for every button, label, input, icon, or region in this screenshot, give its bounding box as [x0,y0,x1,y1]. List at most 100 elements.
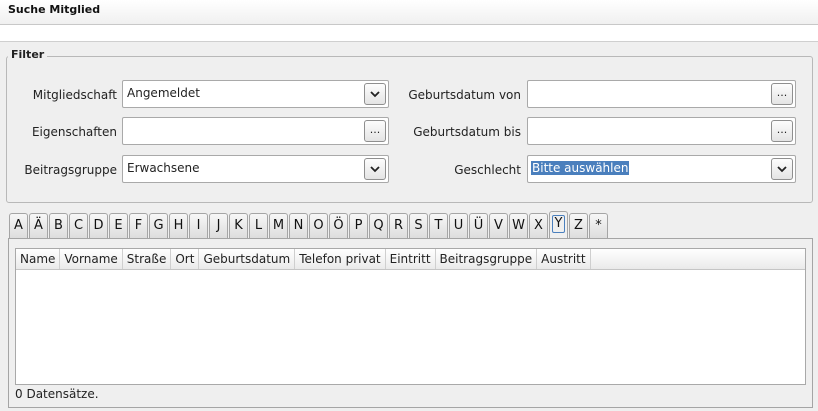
tab-letter[interactable]: U [449,213,468,238]
mitgliedschaft-select[interactable]: Angemeldet [122,80,389,108]
geburtsdatum-bis-picker-button[interactable]: ... [771,120,793,142]
tab-letter[interactable]: P [349,213,368,238]
tab-letter[interactable]: * [589,213,608,238]
tab-letter[interactable]: Ü [469,213,488,238]
tab-letter-label: C [73,218,84,233]
tab-letter[interactable]: H [169,213,188,238]
geburtsdatum-von-picker-button[interactable]: ... [771,83,793,105]
tab-letter[interactable]: A [9,213,28,238]
tab-letter-label: F [134,218,143,233]
tab-letter-label: U [453,218,464,233]
tab-letter[interactable]: G [149,213,168,238]
mitgliedschaft-value: Angemeldet [127,86,200,100]
tab-letter-label: Ü [473,218,484,233]
tab-letter-label: A [14,218,23,233]
geschlecht-label: Geschlecht [454,163,521,177]
beitragsgruppe-dropdown-button[interactable] [364,158,386,180]
column-header[interactable]: Geburtsdatum [199,249,296,269]
eigenschaften-field[interactable]: ... [122,117,389,145]
mitgliedschaft-label: Mitgliedschaft [32,88,117,102]
tab-letter[interactable]: J [209,213,228,238]
geschlecht-value: Bitte auswählen [531,161,630,175]
table-header: Name Vorname Straße Ort Geburtsdatum Telefon … [16,249,805,270]
tab-letter[interactable]: X [529,213,548,238]
chevron-down-icon [370,165,380,172]
tab-letter-label: L [254,218,263,233]
tab-letter-label: Ö [333,218,344,233]
column-header[interactable]: Name [16,249,61,269]
tab-letter[interactable]: B [49,213,68,238]
tab-letter[interactable]: Z [569,213,588,238]
tab-letter-label: G [153,218,164,233]
tab-letter-label: S [414,218,423,233]
record-count: 0 Datensätze. [15,387,99,401]
letter-tab-bar: A Ä B C D E F G H I J K L M N O Ö P Q R S T U Ü V W X Y Z * [9,211,609,238]
header-band [0,25,818,42]
tab-letter-label: V [494,218,503,233]
column-header[interactable]: Beitragsgruppe [436,249,538,269]
tab-letter[interactable]: S [409,213,428,238]
beitragsgruppe-label: Beitragsgruppe [24,163,117,177]
tab-letter[interactable]: R [389,213,408,238]
geburtsdatum-bis-field[interactable]: ... [527,117,796,145]
tab-letter-label: D [93,218,104,233]
tab-letter-label: Y [551,215,566,233]
tab-letter[interactable]: O [309,213,328,238]
mitgliedschaft-dropdown-button[interactable] [364,83,386,105]
tab-letter[interactable]: N [289,213,308,238]
tab-letter-label: Q [373,218,384,233]
tab-letter-label: B [54,218,63,233]
tab-letter[interactable]: C [69,213,88,238]
tab-letter[interactable]: D [89,213,108,238]
tab-letter[interactable]: K [229,213,248,238]
geburtsdatum-bis-label: Geburtsdatum bis [413,125,521,139]
column-header[interactable]: Vorname [60,249,123,269]
eigenschaften-browse-button[interactable]: ... [364,120,386,142]
column-header[interactable]: Telefon privat [295,249,386,269]
tab-letter-label: O [313,218,324,233]
chevron-down-icon [370,90,380,97]
geburtsdatum-von-field[interactable]: ... [527,80,796,108]
tab-letter[interactable]: I [189,213,208,238]
column-header[interactable]: Straße [123,249,172,269]
tab-letter[interactable]: Ö [329,213,348,238]
tab-letter-label: Ä [34,218,43,233]
tab-letter-label: M [272,218,285,233]
tab-letter[interactable]: T [429,213,448,238]
window-title: Suche Mitglied [8,3,101,16]
beitragsgruppe-select[interactable]: Erwachsene [122,155,389,183]
tab-letter[interactable]: Ä [29,213,48,238]
tab-letter-label: T [434,218,443,233]
tab-letter-label: Z [574,218,583,233]
geschlecht-select[interactable]: Bitte auswählen [527,155,796,183]
chevron-down-icon [777,165,787,172]
tab-letter[interactable]: W [509,213,528,238]
tab-letter-label: I [196,218,201,233]
tab-letter-label: K [234,218,243,233]
eigenschaften-label: Eigenschaften [31,125,117,139]
tab-letter[interactable]: Y [549,211,568,238]
tab-letter[interactable]: Q [369,213,388,238]
geburtsdatum-von-label: Geburtsdatum von [408,88,521,102]
window-titlebar: Suche Mitglied [0,0,818,25]
tab-letter-label: E [114,218,123,233]
tab-letter-label: W [512,218,525,233]
tab-letter-label: X [534,218,543,233]
tab-letter-label: R [393,218,404,233]
tab-letter-label: J [216,218,221,233]
tab-letter[interactable]: M [269,213,288,238]
column-header[interactable]: Ort [171,249,200,269]
tab-letter[interactable]: L [249,213,268,238]
column-header[interactable]: Austritt [537,249,591,269]
tab-letter[interactable]: E [109,213,128,238]
results-table[interactable]: Name Vorname Straße Ort Geburtsdatum Telefon … [15,248,806,385]
tab-letter-label: N [293,218,304,233]
column-header[interactable]: Eintritt [386,249,436,269]
tab-letter[interactable]: V [489,213,508,238]
tab-letter-label: P [354,218,363,233]
tab-letter-label: * [595,218,602,233]
filter-legend: Filter [8,48,48,61]
geschlecht-dropdown-button[interactable] [771,158,793,180]
tab-letter[interactable]: F [129,213,148,238]
beitragsgruppe-value: Erwachsene [127,161,200,175]
